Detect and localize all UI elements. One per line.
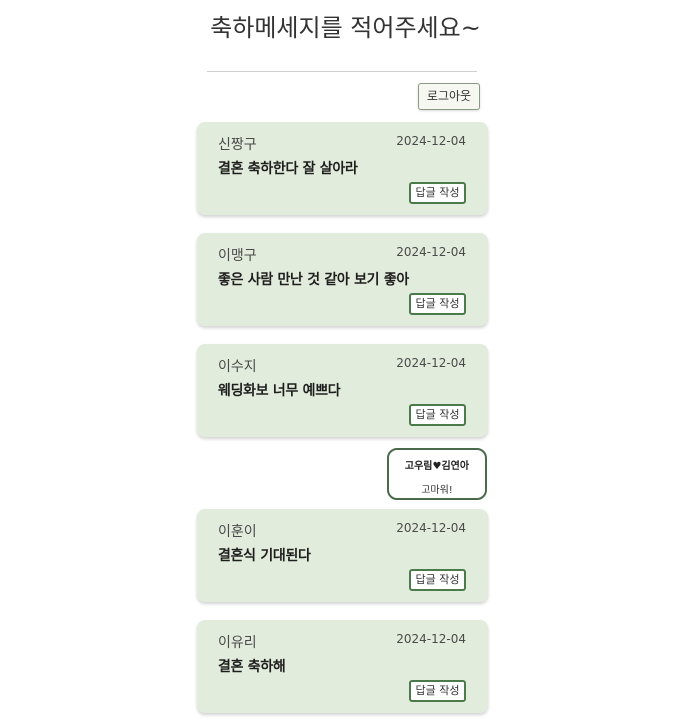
logout-button[interactable]: 로그아웃 <box>418 83 480 110</box>
write-reply-button[interactable]: 답글 작성 <box>409 404 466 426</box>
write-reply-button[interactable]: 답글 작성 <box>409 293 466 315</box>
write-reply-button[interactable]: 답글 작성 <box>409 182 466 204</box>
message-author: 이유리 <box>218 635 257 651</box>
message-date: 2024-12-04 <box>396 134 466 148</box>
title-divider <box>207 71 477 72</box>
message-author: 신짱구 <box>218 137 257 153</box>
message-date: 2024-12-04 <box>396 356 466 370</box>
message-date: 2024-12-04 <box>396 245 466 259</box>
reply-bubble: 고우림♥김연아 고마워! <box>387 448 487 500</box>
message-card: 이수지 2024-12-04 웨딩화보 너무 예쁘다 답글 작성 <box>197 344 488 437</box>
page-title: 축하메세지를 적어주세요~ <box>210 14 481 42</box>
message-text: 결혼 축하한다 잘 살아라 <box>218 161 358 177</box>
write-reply-button[interactable]: 답글 작성 <box>409 680 466 702</box>
message-author: 이훈이 <box>218 524 257 540</box>
message-author: 이수지 <box>218 359 257 375</box>
message-text: 결혼식 기대된다 <box>218 548 311 564</box>
write-reply-button[interactable]: 답글 작성 <box>409 569 466 591</box>
message-card: 이유리 2024-12-04 결혼 축하해 답글 작성 <box>197 620 488 713</box>
message-text: 좋은 사람 만난 것 같아 보기 좋아 <box>218 272 409 288</box>
message-date: 2024-12-04 <box>396 521 466 535</box>
message-text: 웨딩화보 너무 예쁘다 <box>218 383 341 399</box>
message-date: 2024-12-04 <box>396 632 466 646</box>
message-text: 결혼 축하해 <box>218 659 286 675</box>
message-card: 이훈이 2024-12-04 결혼식 기대된다 답글 작성 <box>197 509 488 602</box>
reply-author: 고우림♥김연아 <box>404 461 470 472</box>
message-card: 신짱구 2024-12-04 결혼 축하한다 잘 살아라 답글 작성 <box>197 122 488 215</box>
guestbook-page: 축하메세지를 적어주세요~ 로그아웃 신짱구 2024-12-04 결혼 축하한… <box>0 0 691 720</box>
message-author: 이맹구 <box>218 248 257 264</box>
message-card: 이맹구 2024-12-04 좋은 사람 만난 것 같아 보기 좋아 답글 작성 <box>197 233 488 326</box>
reply-text: 고마워! <box>421 485 453 496</box>
